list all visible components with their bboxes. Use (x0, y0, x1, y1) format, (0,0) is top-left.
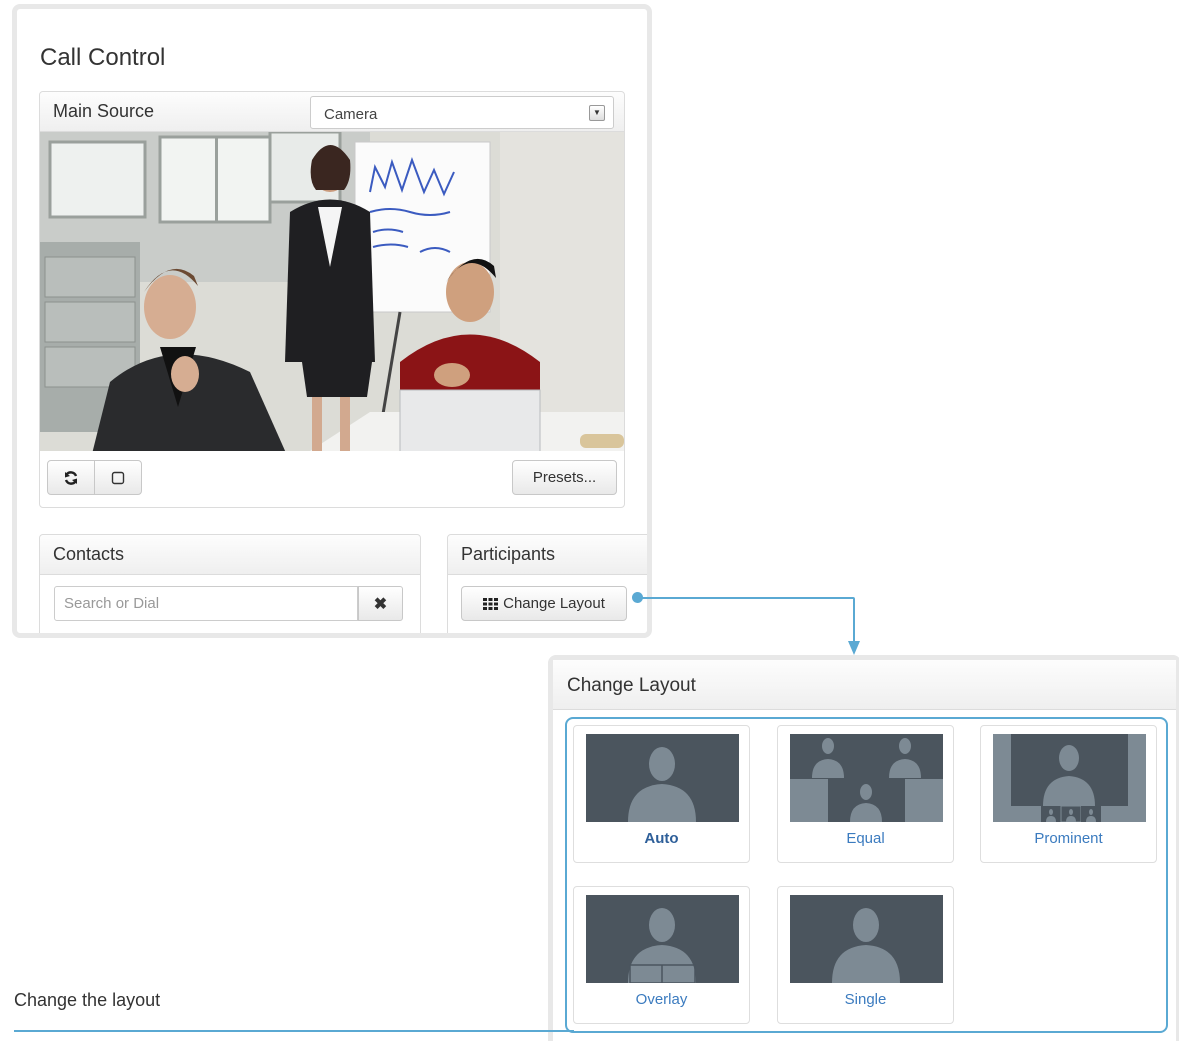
participants-panel: Participants Change Layout (447, 534, 647, 633)
layout-option-label: Prominent (1034, 830, 1103, 847)
page-title: Call Control (40, 44, 166, 71)
layout-option-overlay[interactable]: Overlay (573, 886, 750, 1024)
person-icon (790, 895, 943, 983)
contacts-panel: Contacts ✖ (39, 534, 421, 633)
refresh-icon (64, 470, 78, 485)
grid-icon (483, 597, 499, 610)
layout-option-prominent[interactable]: Prominent (980, 725, 1157, 863)
search-input[interactable] (54, 586, 358, 621)
chevron-down-icon[interactable]: ▼ (589, 105, 605, 121)
participants-title: Participants (461, 544, 556, 564)
call-control-window: Call Control Main Source Camera ▼ Preset… (12, 4, 652, 638)
close-icon: ✖ (373, 595, 388, 613)
square-icon (111, 471, 125, 484)
change-layout-header: Change Layout (553, 660, 1176, 710)
contacts-header: Contacts (40, 535, 420, 575)
change-layout-label: Change Layout (503, 595, 605, 612)
layout-option-auto[interactable]: Auto (573, 725, 750, 863)
layout-option-single[interactable]: Single (777, 886, 954, 1024)
camera-control-group (47, 460, 142, 495)
stop-button[interactable] (94, 460, 142, 495)
main-source-select-value: Camera (324, 106, 378, 123)
grid-people-icon (790, 734, 943, 822)
camera-preview (40, 132, 624, 451)
clear-search-button[interactable]: ✖ (358, 586, 403, 621)
change-layout-button[interactable]: Change Layout (461, 586, 627, 621)
layout-option-label: Overlay (635, 991, 688, 1008)
layout-option-label: Equal (846, 830, 885, 847)
main-source-header: Main Source Camera ▼ (40, 92, 624, 132)
prominent-people-icon (993, 734, 1146, 822)
connector-line-vertical (853, 597, 855, 641)
person-icon (586, 734, 739, 822)
refresh-button[interactable] (47, 460, 95, 495)
presets-label: Presets... (532, 469, 597, 486)
main-source-select[interactable]: Camera ▼ (310, 96, 614, 129)
overlay-people-icon (586, 895, 739, 983)
connector-line (638, 597, 853, 599)
main-source-label: Main Source (53, 101, 155, 121)
caption-underline (14, 1030, 574, 1032)
arrow-down-icon (848, 641, 860, 655)
caption-text: Change the layout (14, 990, 161, 1010)
participants-header: Participants (448, 535, 647, 575)
presets-button[interactable]: Presets... (512, 460, 617, 495)
layout-option-label: Single (844, 991, 887, 1008)
change-layout-title: Change Layout (567, 675, 696, 696)
main-source-panel: Main Source Camera ▼ Presets... (39, 91, 625, 508)
contacts-title: Contacts (53, 544, 125, 564)
layout-option-equal[interactable]: Equal (777, 725, 954, 863)
layout-option-label: Auto (644, 830, 679, 847)
